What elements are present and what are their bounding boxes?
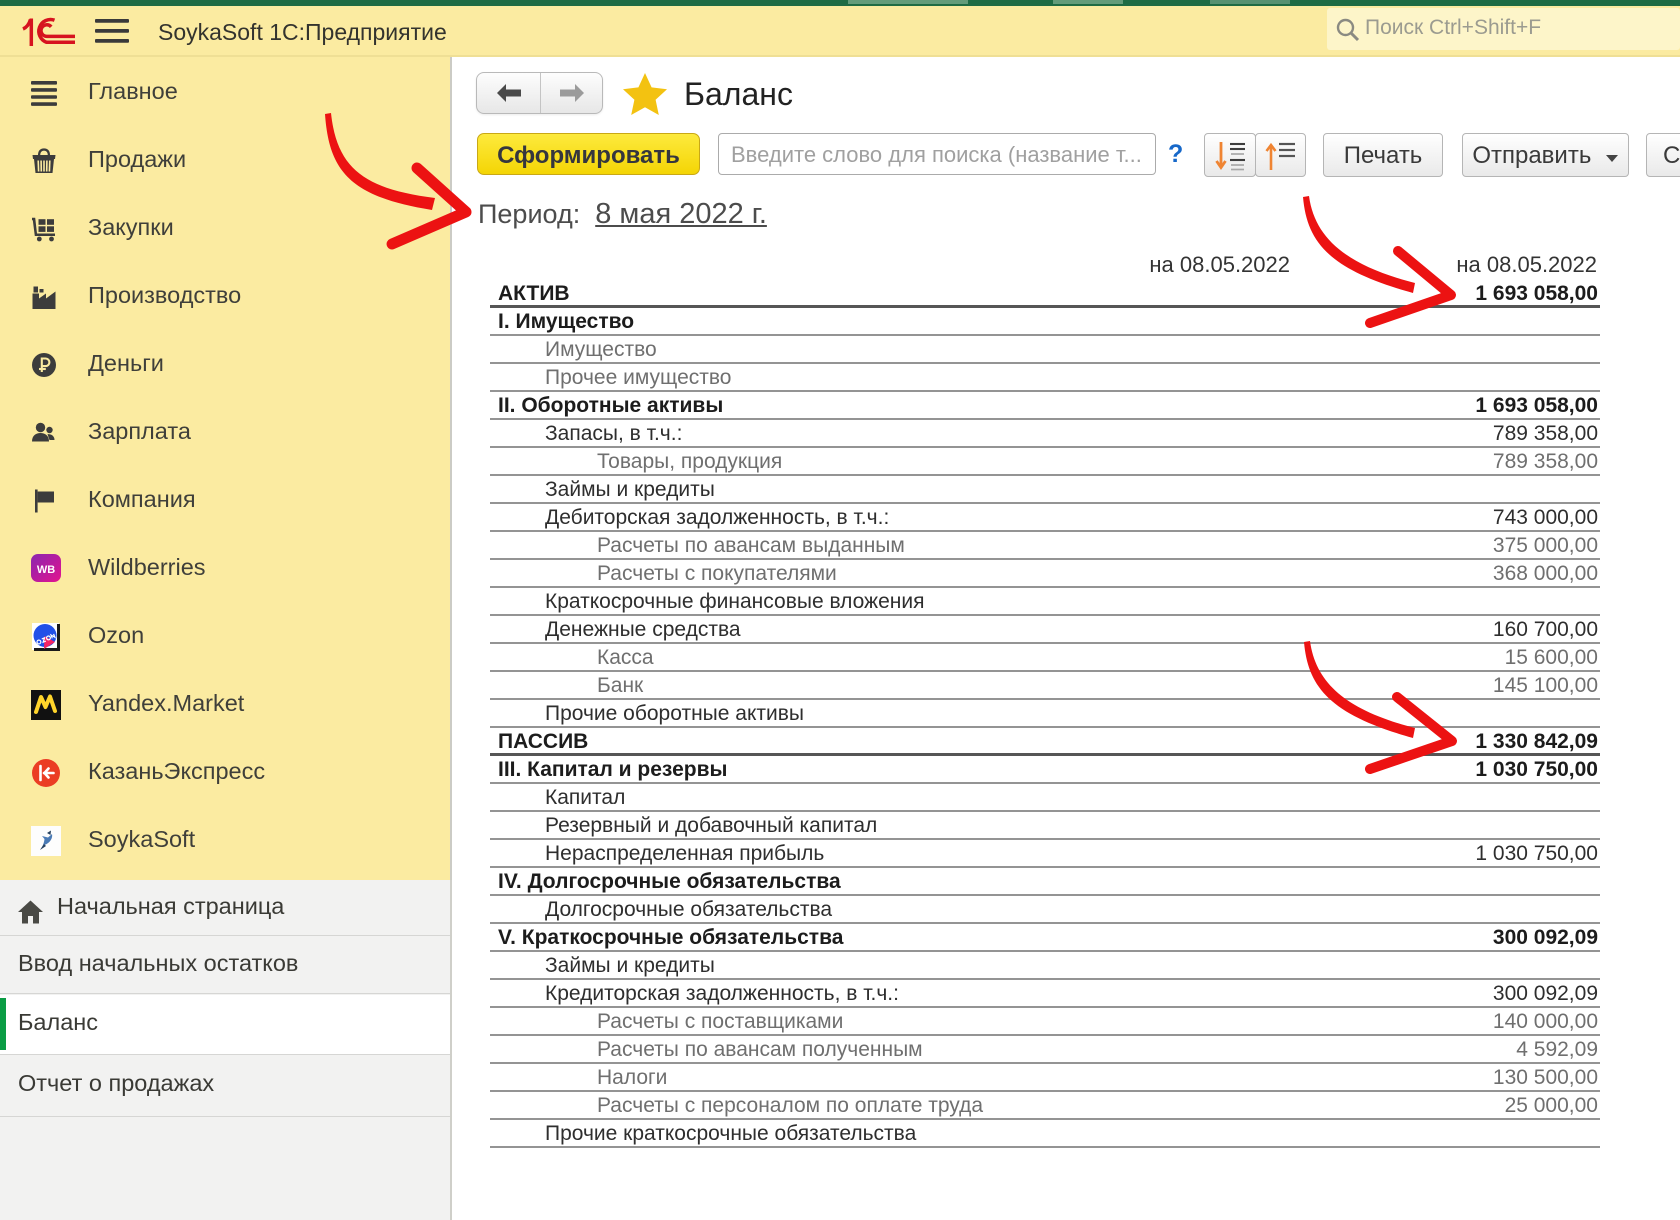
svg-text:WB: WB bbox=[37, 564, 55, 576]
